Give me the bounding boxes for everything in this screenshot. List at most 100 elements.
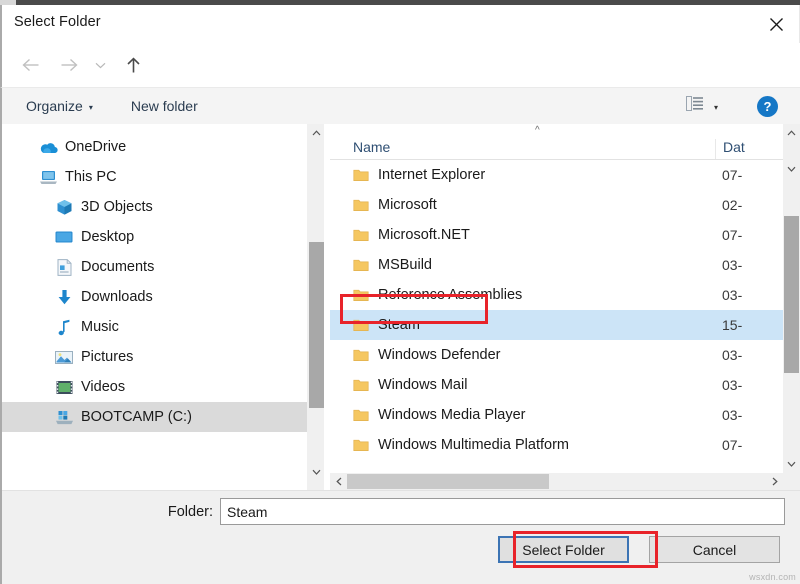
new-folder-label: New folder: [131, 98, 198, 114]
file-name-cell: MSBuild: [330, 257, 715, 273]
chevron-up-icon[interactable]: [308, 124, 325, 141]
file-name-cell: Internet Explorer: [330, 167, 715, 183]
file-date-cell: 03-: [715, 347, 755, 363]
file-name-cell: Microsoft: [330, 197, 715, 213]
file-name-label: Windows Mail: [378, 377, 467, 393]
file-date-cell: 07-: [715, 227, 755, 243]
new-folder-button[interactable]: New folder: [131, 98, 198, 114]
command-bar: Organize ▾ New folder ▾ ?: [0, 87, 800, 124]
cancel-label: Cancel: [693, 542, 737, 558]
table-row[interactable]: Microsoft.NET 07-: [330, 220, 800, 250]
sidebar-item-documents[interactable]: Documents: [2, 252, 324, 282]
help-button[interactable]: ?: [757, 96, 778, 117]
this-pc-icon: [38, 167, 58, 187]
chevron-down-icon[interactable]: [783, 455, 800, 472]
watermark: wsxdn.com: [749, 572, 796, 582]
arrow-up-icon[interactable]: [118, 48, 148, 82]
folder-icon: [353, 378, 369, 392]
folder-icon: [353, 318, 369, 332]
3d-objects-icon: [54, 197, 74, 217]
downloads-icon: [54, 287, 74, 307]
view-options-button[interactable]: ▾: [686, 96, 718, 116]
sidebar-item-onedrive[interactable]: OneDrive: [2, 132, 324, 162]
sidebar-item-label: OneDrive: [65, 139, 126, 155]
folder-field-label: Folder:: [2, 504, 220, 520]
sidebar-item-pictures[interactable]: Pictures: [2, 342, 324, 372]
sidebar-item-label: Music: [81, 319, 119, 335]
dialog-footer: Folder: Select Folder Cancel wsxdn.com: [0, 490, 800, 584]
column-header-name[interactable]: Name: [330, 139, 715, 159]
sidebar-scrollbar[interactable]: [307, 124, 324, 490]
sidebar-item-desktop[interactable]: Desktop: [2, 222, 324, 252]
sidebar-item-3d-objects[interactable]: 3D Objects: [2, 192, 324, 222]
organize-button[interactable]: Organize ▾: [26, 98, 93, 114]
sidebar-scrollbar-thumb[interactable]: [309, 242, 324, 408]
footer-button-row: Select Folder Cancel: [498, 536, 780, 563]
file-list-hscrollbar-thumb[interactable]: [347, 474, 549, 489]
column-header-row: Name Dat: [330, 132, 800, 160]
file-name-label: Microsoft.NET: [378, 227, 470, 243]
organize-label: Organize: [26, 98, 83, 114]
cancel-button[interactable]: Cancel: [649, 536, 780, 563]
select-folder-button[interactable]: Select Folder: [498, 536, 629, 563]
table-row[interactable]: Windows Defender 03-: [330, 340, 800, 370]
folder-icon: [353, 168, 369, 182]
file-name-label: MSBuild: [378, 257, 432, 273]
documents-icon: [54, 257, 74, 277]
table-row-selected[interactable]: Steam 15-: [330, 310, 800, 340]
table-row[interactable]: Microsoft 02-: [330, 190, 800, 220]
sidebar-item-bootcamp-c[interactable]: BOOTCAMP (C:): [2, 402, 324, 432]
navigation-bar: « BOO... › Program Files ... ›: [0, 43, 800, 87]
table-row[interactable]: Internet Explorer 07-: [330, 160, 800, 190]
chevron-down-icon[interactable]: [308, 463, 325, 480]
folder-icon: [353, 228, 369, 242]
chevron-down-icon: ▾: [714, 103, 718, 112]
file-date-cell: 03-: [715, 377, 755, 393]
folder-name-row: Folder:: [2, 498, 800, 525]
footer-divider: [2, 490, 800, 491]
sidebar-item-label: Desktop: [81, 229, 134, 245]
file-name-label: Reference Assemblies: [378, 287, 522, 303]
file-name-label: Windows Defender: [378, 347, 501, 363]
chevron-down-icon[interactable]: [783, 160, 800, 177]
table-row[interactable]: Windows Multimedia Platform 07-: [330, 430, 800, 460]
chevron-left-icon[interactable]: [330, 473, 347, 490]
file-name-label: Microsoft: [378, 197, 437, 213]
table-row[interactable]: Reference Assemblies 03-: [330, 280, 800, 310]
file-name-cell: Reference Assemblies: [330, 287, 715, 303]
close-icon[interactable]: [753, 5, 799, 43]
file-list-scrollbar-thumb[interactable]: [784, 216, 799, 373]
onedrive-cloud-icon: [38, 137, 58, 157]
chevron-down-icon[interactable]: [90, 48, 110, 82]
folder-icon: [353, 408, 369, 422]
folder-name-input[interactable]: [220, 498, 785, 525]
arrow-right-icon[interactable]: [54, 48, 84, 82]
file-rows: Internet Explorer 07- Microsoft 02-: [330, 160, 800, 460]
sidebar-item-downloads[interactable]: Downloads: [2, 282, 324, 312]
chevron-right-icon[interactable]: [766, 473, 783, 490]
file-date-cell: 15-: [715, 317, 755, 333]
pictures-icon: [54, 347, 74, 367]
file-name-cell: Windows Media Player: [330, 407, 715, 423]
sidebar-item-label: 3D Objects: [81, 199, 153, 215]
sidebar-item-label: This PC: [65, 169, 117, 185]
sidebar-item-label: Videos: [81, 379, 125, 395]
sidebar-item-this-pc[interactable]: This PC: [2, 162, 324, 192]
column-header-date[interactable]: Dat: [715, 139, 755, 159]
background-window-strip-left: [0, 0, 16, 5]
sidebar-item-videos[interactable]: Videos: [2, 372, 324, 402]
music-note-icon: [54, 317, 74, 337]
folder-icon: [353, 258, 369, 272]
dialog-body: OneDrive This PC: [0, 124, 800, 490]
videos-icon: [54, 377, 74, 397]
arrow-left-icon[interactable]: [16, 48, 46, 82]
sidebar-item-music[interactable]: Music: [2, 312, 324, 342]
file-list-hscrollbar[interactable]: [330, 473, 800, 490]
file-date-cell: 02-: [715, 197, 755, 213]
table-row[interactable]: Windows Mail 03-: [330, 370, 800, 400]
chevron-up-icon[interactable]: [783, 124, 800, 141]
table-row[interactable]: Windows Media Player 03-: [330, 400, 800, 430]
table-row[interactable]: MSBuild 03-: [330, 250, 800, 280]
file-list-scrollbar[interactable]: [783, 124, 800, 490]
folder-icon: [353, 348, 369, 362]
